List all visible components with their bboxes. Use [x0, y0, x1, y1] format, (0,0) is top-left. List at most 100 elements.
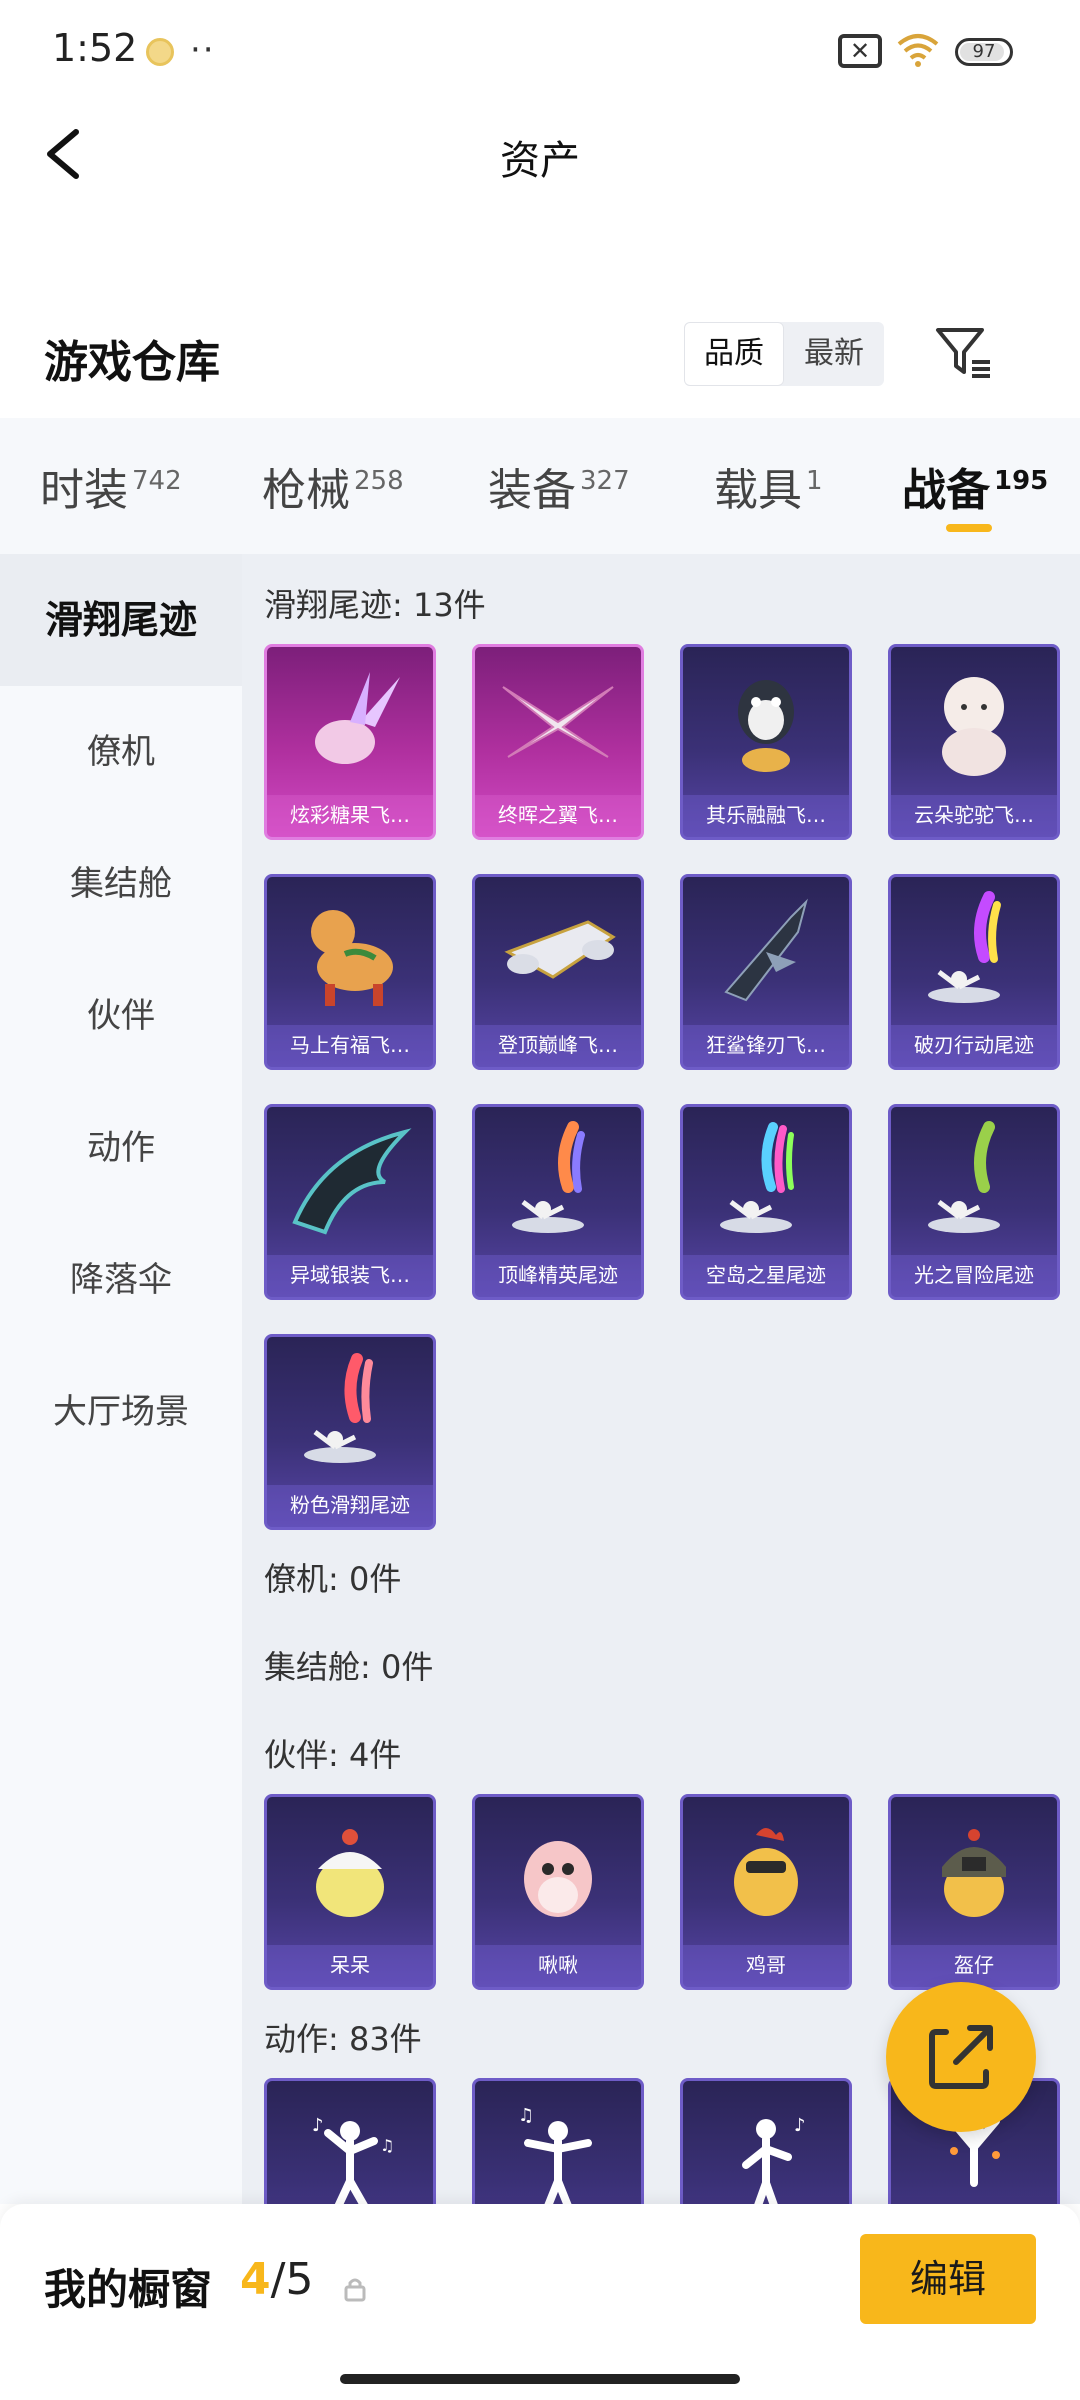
item-card[interactable]: 登顶巅峰飞… — [472, 874, 644, 1070]
item-label: 光之冒险尾迹 — [891, 1255, 1057, 1297]
shark-glider-icon — [683, 877, 849, 1027]
item-label: 马上有福飞… — [267, 1025, 433, 1067]
item-card[interactable]: 顶峰精英尾迹 — [472, 1104, 644, 1300]
wing-glider-icon — [475, 647, 641, 797]
item-label: 登顶巅峰飞… — [475, 1025, 641, 1067]
warehouse-title: 游戏仓库 — [44, 337, 220, 388]
notification-coin-icon — [146, 38, 174, 66]
chick-companion-icon — [267, 1797, 433, 1947]
tab-count: 327 — [580, 466, 630, 497]
category-tabs: 时装 742 枪械 258 装备 327 载具 1 战备 195 — [0, 418, 1080, 554]
sidebar-item-emote[interactable]: 动作 — [0, 1082, 242, 1214]
item-card[interactable]: 鸡哥 — [680, 1794, 852, 1990]
item-label: 空岛之星尾迹 — [683, 1255, 849, 1297]
tab-label: 战备 — [902, 465, 990, 516]
sidebar-item-glide-trail[interactable]: 滑翔尾迹 — [0, 554, 242, 686]
tab-guns[interactable]: 枪械 258 — [262, 454, 404, 518]
item-card[interactable]: 云朵驼驼飞… — [888, 644, 1060, 840]
item-card[interactable]: 其乐融融飞… — [680, 644, 852, 840]
item-label: 破刃行动尾迹 — [891, 1025, 1057, 1067]
helmet-chick-companion-icon — [891, 1797, 1057, 1947]
tab-label: 时装 — [40, 465, 128, 516]
jet-glider-icon — [475, 877, 641, 1027]
sidebar-item-rally-pod[interactable]: 集结舱 — [0, 818, 242, 950]
app-header: 资产 — [0, 100, 1080, 210]
rooster-companion-icon — [683, 1797, 849, 1947]
smoke-trail-icon — [891, 1107, 1057, 1257]
item-label: 其乐融融飞… — [683, 795, 849, 837]
showcase-bar: 我的橱窗 4/5 编辑 — [0, 2204, 1080, 2400]
item-card[interactable]: ♪ ♫ — [264, 2078, 436, 2204]
svg-text:♪: ♪ — [794, 2115, 806, 2136]
item-label: 狂鲨锋刃飞… — [683, 1025, 849, 1067]
item-card[interactable]: 马上有福飞… — [264, 874, 436, 1070]
item-card[interactable]: 破刃行动尾迹 — [888, 874, 1060, 1070]
sim-off-icon: ✕ — [838, 34, 882, 68]
item-card[interactable]: 终晖之翼飞… — [472, 644, 644, 840]
penguin-glider-icon — [683, 647, 849, 797]
tab-equipment[interactable]: 装备 327 — [488, 454, 630, 518]
sidebar-item-wingman[interactable]: 僚机 — [0, 686, 242, 818]
sort-quality-button[interactable]: 品质 — [684, 322, 784, 386]
showcase-title: 我的橱窗 — [44, 2265, 213, 2314]
section-title-glide-trail: 滑翔尾迹: 13件 — [264, 586, 486, 624]
item-label: 粉色滑翔尾迹 — [267, 1485, 433, 1527]
status-bar: 1:52 ·· ✕ 97 — [0, 0, 1080, 100]
item-card[interactable]: 啾啾 — [472, 1794, 644, 1990]
sidebar-item-parachute[interactable]: 降落伞 — [0, 1214, 242, 1346]
tab-label: 装备 — [488, 465, 576, 516]
filter-icon[interactable] — [932, 322, 994, 384]
wifi-icon — [897, 34, 939, 67]
item-label: 顶峰精英尾迹 — [475, 1255, 641, 1297]
item-content: 滑翔尾迹: 13件 炫彩糖果飞… 终晖之翼飞… 其乐融融飞… 云朵驼驼飞… 马上… — [242, 554, 1080, 2204]
tab-combat-gear[interactable]: 战备 195 — [902, 454, 1048, 518]
tab-vehicles[interactable]: 载具 1 — [714, 454, 823, 518]
item-label: 炫彩糖果飞… — [267, 795, 433, 837]
item-card[interactable]: ♫ — [472, 2078, 644, 2204]
page-title: 资产 — [500, 138, 580, 184]
item-label: 鸡哥 — [683, 1945, 849, 1987]
item-label: 呆呆 — [267, 1945, 433, 1987]
svg-text:♫: ♫ — [518, 2105, 534, 2126]
sort-newest-button[interactable]: 最新 — [784, 322, 884, 386]
sidebar-item-companion[interactable]: 伙伴 — [0, 950, 242, 1082]
tab-fashion[interactable]: 时装 742 — [40, 454, 182, 518]
item-card[interactable]: 炫彩糖果飞… — [264, 644, 436, 840]
item-card[interactable]: 粉色滑翔尾迹 — [264, 1334, 436, 1530]
item-card[interactable]: 空岛之星尾迹 — [680, 1104, 852, 1300]
smoke-trail-icon — [683, 1107, 849, 1257]
bird-companion-icon — [475, 1797, 641, 1947]
wing-blade-glider-icon — [267, 1107, 433, 1257]
dance-emote-icon: ♪ ♫ — [267, 2081, 433, 2204]
showcase-count-current: 4 — [240, 2254, 271, 2305]
section-title-companion: 伙伴: 4件 — [264, 1736, 402, 1774]
horse-glider-icon — [267, 877, 433, 1027]
item-card[interactable]: ♪ — [680, 2078, 852, 2204]
share-icon — [929, 2025, 993, 2089]
home-indicator[interactable] — [340, 2374, 740, 2384]
dance-emote-icon: ♪ — [683, 2081, 849, 2204]
battery-icon: 97 — [955, 38, 1013, 66]
active-tab-indicator — [946, 524, 992, 532]
item-card[interactable]: 呆呆 — [264, 1794, 436, 1990]
edit-button[interactable]: 编辑 — [860, 2234, 1036, 2324]
item-card[interactable]: 光之冒险尾迹 — [888, 1104, 1060, 1300]
item-card[interactable]: 狂鲨锋刃飞… — [680, 874, 852, 1070]
smoke-trail-icon — [475, 1107, 641, 1257]
lock-icon — [344, 2278, 366, 2302]
tab-label: 载具 — [714, 465, 802, 516]
item-label: 云朵驼驼飞… — [891, 795, 1057, 837]
alpaca-glider-icon — [891, 647, 1057, 797]
tab-count: 195 — [994, 466, 1049, 497]
sidebar-item-lobby-scene[interactable]: 大厅场景 — [0, 1346, 242, 1478]
share-button[interactable] — [886, 1982, 1036, 2132]
section-title-wingman: 僚机: 0件 — [264, 1560, 402, 1598]
item-label: 啾啾 — [475, 1945, 641, 1987]
showcase-count-total: /5 — [270, 2254, 314, 2305]
item-label: 异域银装飞… — [267, 1255, 433, 1297]
item-card[interactable]: 异域银装飞… — [264, 1104, 436, 1300]
item-card[interactable]: 盔仔 — [888, 1794, 1060, 1990]
status-time: 1:52 — [52, 26, 138, 70]
svg-text:♫: ♫ — [380, 2136, 394, 2155]
dance-emote-icon: ♫ — [475, 2081, 641, 2204]
